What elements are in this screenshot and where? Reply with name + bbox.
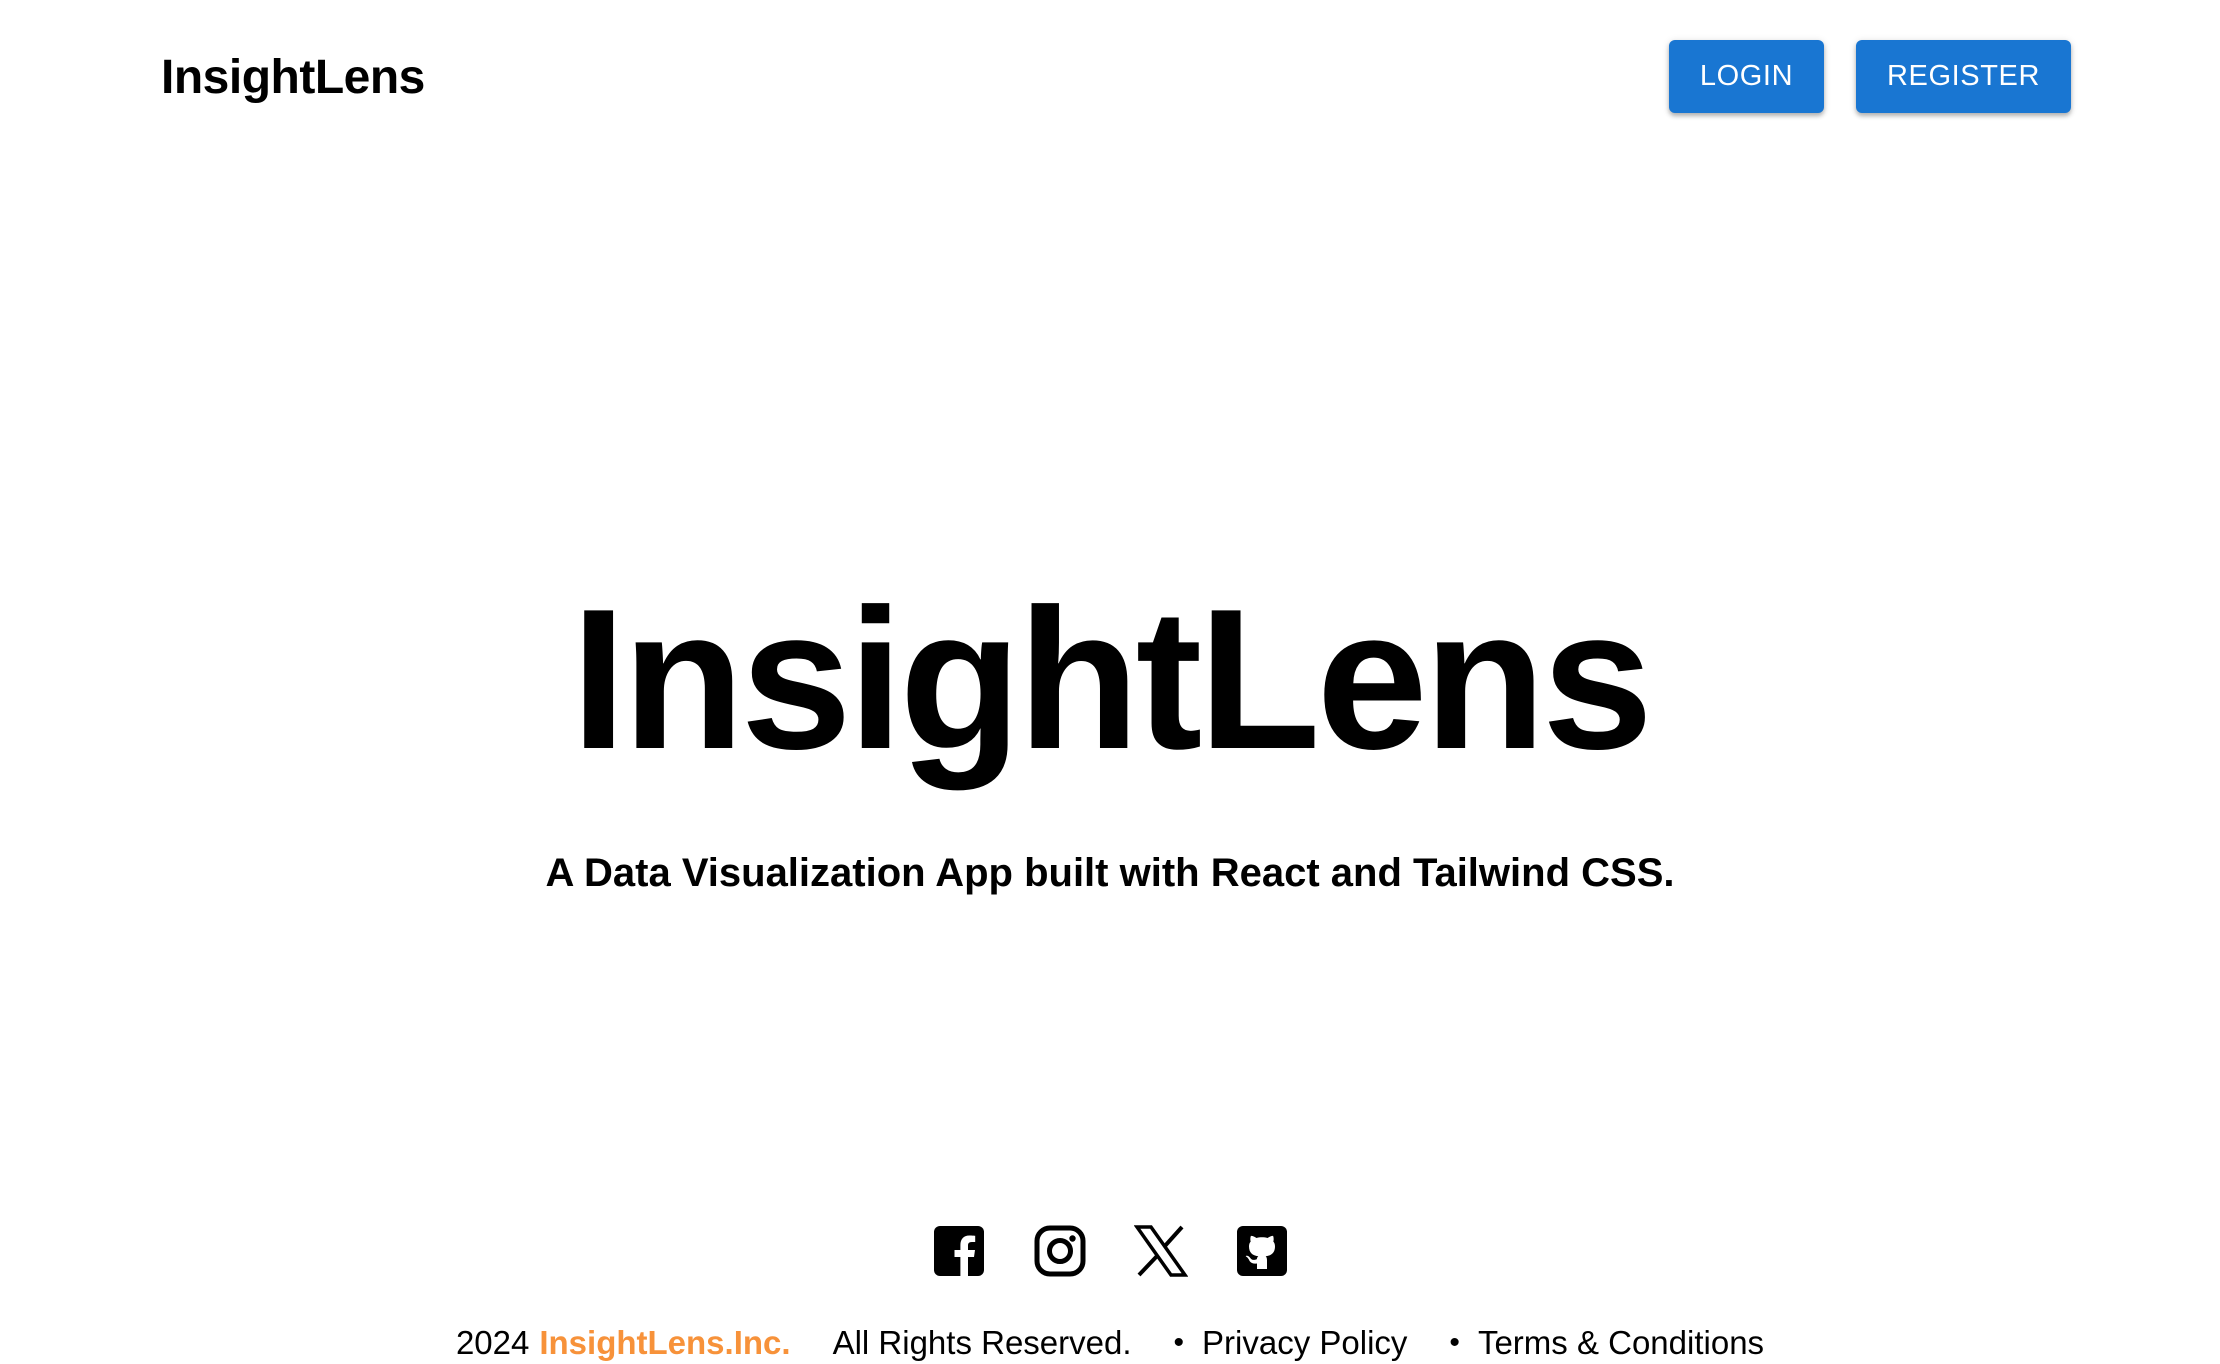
landing-page: InsightLens LOGIN REGISTER InsightLens A… [0, 0, 2220, 1364]
social-links [0, 1224, 2220, 1278]
footer-company-link[interactable]: InsightLens.Inc. [539, 1322, 790, 1364]
footer-rights: All Rights Reserved. [832, 1324, 1132, 1361]
facebook-icon[interactable] [932, 1224, 986, 1278]
register-button[interactable]: REGISTER [1856, 40, 2071, 113]
login-button[interactable]: LOGIN [1669, 40, 1824, 113]
hero-title: InsightLens [570, 568, 1653, 791]
github-icon[interactable] [1235, 1224, 1289, 1278]
header-brand[interactable]: InsightLens [161, 48, 425, 108]
privacy-policy-link[interactable]: Privacy Policy [1202, 1322, 1407, 1364]
footer-separator: • [1449, 1326, 1460, 1359]
footer: 2024 InsightLens.Inc. All Rights Reserve… [0, 1322, 2220, 1364]
terms-conditions-link[interactable]: Terms & Conditions [1478, 1322, 1764, 1364]
x-icon[interactable] [1133, 1224, 1188, 1278]
footer-separator: • [1173, 1326, 1185, 1359]
instagram-icon[interactable] [1033, 1224, 1087, 1278]
hero-subtitle: A Data Visualization App built with Reac… [545, 851, 1675, 895]
footer-year: 2024 [455, 1324, 530, 1361]
